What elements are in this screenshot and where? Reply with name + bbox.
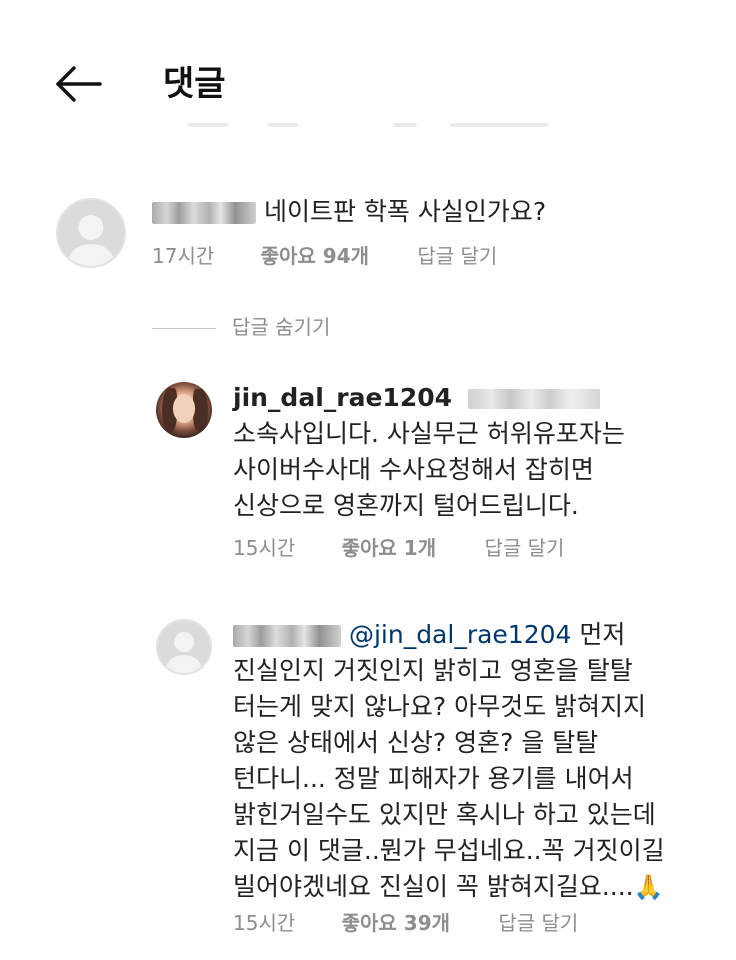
reply-time: 15시간: [233, 536, 296, 560]
mention-link[interactable]: @jin_dal_rae1204: [349, 620, 571, 649]
comment-time: 17시간: [152, 244, 215, 268]
comment-meta: 17시간 좋아요 94개 답글 달기: [152, 242, 539, 270]
reply-text: 먼저: [571, 620, 626, 649]
avatar-photo-shape: [192, 388, 208, 433]
comment-text: 네이트판 학폭 사실인가요?: [263, 197, 547, 226]
reply-meta: 15시간 좋아요 39개 답글 달기: [233, 909, 620, 937]
reply-text-line: 진실인지 거짓인지 밝히고 영혼을 탈탈: [233, 656, 633, 685]
reply-button[interactable]: 답글 달기: [484, 534, 564, 562]
reply-item: jin_dal_rae1204 소속사입니다. 사실무근 허위유포자는 사이버수…: [0, 378, 736, 578]
reply-text-line: 밝힌거일수도 있지만 혹시나 하고 있는데: [233, 800, 656, 829]
avatar-head-shape: [78, 214, 104, 240]
reply-time: 15시간: [233, 911, 296, 935]
reply-text-line-with-emoji: 빌어야겠네요 진실이 꼭 밝혀지길요....🙏: [233, 869, 664, 905]
reply-text-line: 터는게 맞지 않나요? 아무것도 밝혀지지: [233, 692, 647, 721]
blurred-mention: [467, 389, 600, 409]
reply-text-line: 빌어야겠네요 진실이 꼭 밝혀지길요....: [233, 872, 634, 901]
reply-username-line: jin_dal_rae1204: [233, 380, 600, 416]
praying-hands-icon: 🙏: [633, 873, 664, 901]
reply-button[interactable]: 답글 달기: [498, 909, 578, 937]
reply-first-line: @jin_dal_rae1204 먼저: [233, 617, 625, 653]
reply-likes[interactable]: 좋아요 39개: [342, 909, 450, 937]
avatar[interactable]: [56, 198, 126, 268]
avatar-photo-shape: [172, 394, 196, 424]
reply-text-line: 지금 이 댓글..뭔가 무섭네요..꼭 거짓이길: [233, 836, 665, 865]
reply-text-line: 소속사입니다. 사실무근 허위유포자는: [233, 419, 625, 448]
comment-item: 네이트판 학폭 사실인가요? 17시간 좋아요 94개 답글 달기: [0, 190, 736, 290]
reply-item: @jin_dal_rae1204 먼저 진실인지 거짓인지 밝히고 영혼을 탈탈…: [0, 615, 736, 945]
page-title: 댓글: [163, 64, 226, 104]
reply-text-line: 턴다니... 정말 피해자가 용기를 내어서: [233, 764, 634, 793]
hide-replies-toggle[interactable]: 답글 숨기기: [152, 313, 330, 341]
divider-line: [152, 328, 216, 329]
reply-username[interactable]: jin_dal_rae1204: [233, 383, 452, 412]
header-bar: 댓글: [0, 40, 736, 130]
blurred-username[interactable]: [152, 202, 256, 224]
comment-likes[interactable]: 좋아요 94개: [261, 242, 369, 270]
avatar[interactable]: [156, 619, 212, 675]
reply-button[interactable]: 답글 달기: [417, 242, 497, 270]
arrow-left-icon: [56, 66, 102, 102]
reply-text-line: 사이버수사대 수사요청해서 잡히면: [233, 455, 594, 484]
back-button[interactable]: [52, 62, 104, 106]
scrolled-content-remnant: [188, 120, 558, 130]
avatar-body-shape: [166, 655, 202, 673]
reply-text-line: 신상으로 영혼까지 털어드립니다.: [233, 491, 579, 520]
avatar-body-shape: [68, 243, 114, 266]
blurred-username[interactable]: [233, 625, 341, 647]
comment-body: 네이트판 학폭 사실인가요?: [152, 194, 546, 230]
avatar[interactable]: [156, 382, 212, 438]
reply-text-line: 않은 상태에서 신상? 영혼? 을 탈탈: [233, 728, 599, 757]
reply-likes[interactable]: 좋아요 1개: [342, 534, 436, 562]
reply-meta: 15시간 좋아요 1개 답글 달기: [233, 534, 606, 562]
hide-replies-label: 답글 숨기기: [232, 315, 331, 339]
avatar-head-shape: [174, 632, 194, 653]
